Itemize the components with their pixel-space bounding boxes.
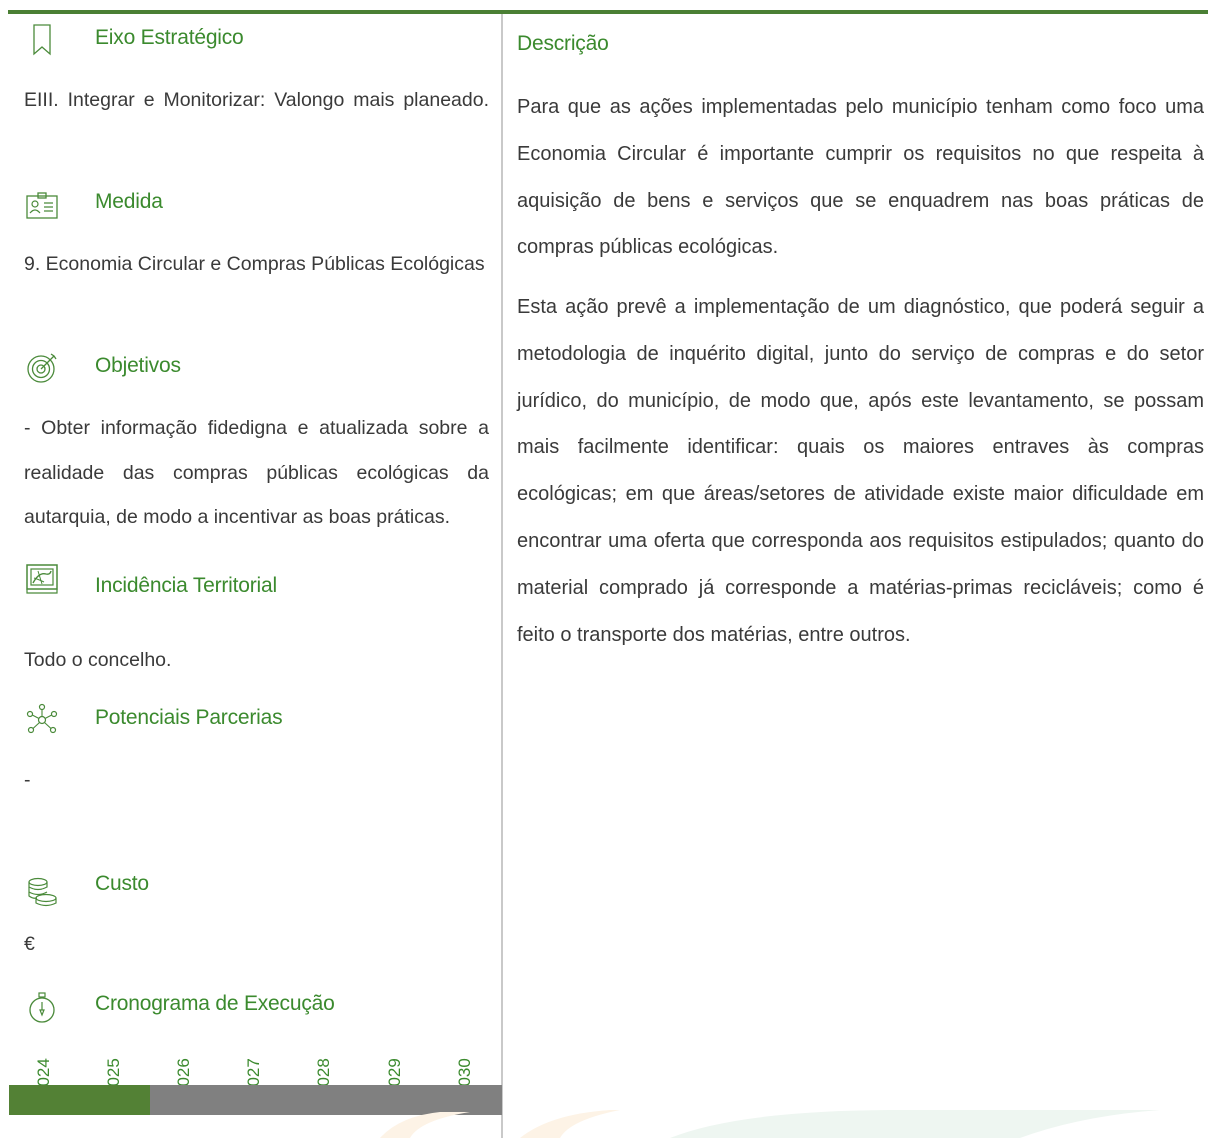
map-icon	[24, 560, 60, 596]
medida-heading: Medida	[95, 190, 163, 213]
custo-heading: Custo	[95, 872, 149, 895]
column-divider	[501, 14, 503, 1138]
network-icon	[24, 702, 60, 738]
id-card-icon	[24, 188, 60, 224]
parcerias-heading: Potenciais Parcerias	[95, 706, 283, 729]
medida-text: 9. Economia Circular e Compras Públicas …	[24, 253, 485, 275]
objetivos-heading: Objetivos	[95, 354, 181, 377]
descricao-paragraph-2: Esta ação prevê a implementação de um di…	[517, 296, 1204, 646]
incidencia-heading: Incidência Territorial	[95, 574, 277, 597]
top-rule	[8, 10, 1208, 14]
bookmark-icon	[24, 22, 60, 58]
custo-text: €	[24, 933, 35, 955]
timeline-progress-fill	[9, 1085, 150, 1115]
objetivos-text: - Obter informação fidedigna e atualizad…	[24, 417, 489, 528]
coins-icon	[24, 874, 60, 910]
target-icon	[24, 350, 60, 386]
cronograma-heading: Cronograma de Execução	[95, 992, 335, 1015]
parcerias-text: -	[24, 769, 31, 791]
decorative-background-shapes	[380, 1110, 1160, 1138]
stopwatch-icon	[24, 990, 60, 1026]
incidencia-text: Todo o concelho.	[24, 649, 172, 671]
eixo-text-line1: EIII. Integrar e Monitorizar: Valongo ma…	[24, 78, 489, 122]
descricao-paragraph-1: Para que as ações implementadas pelo mun…	[517, 96, 1204, 259]
descricao-heading: Descrição	[517, 32, 609, 55]
eixo-heading: Eixo Estratégico	[95, 26, 244, 49]
eixo-text: EIII. Integrar e Monitorizar: Valongo ma…	[24, 89, 489, 111]
